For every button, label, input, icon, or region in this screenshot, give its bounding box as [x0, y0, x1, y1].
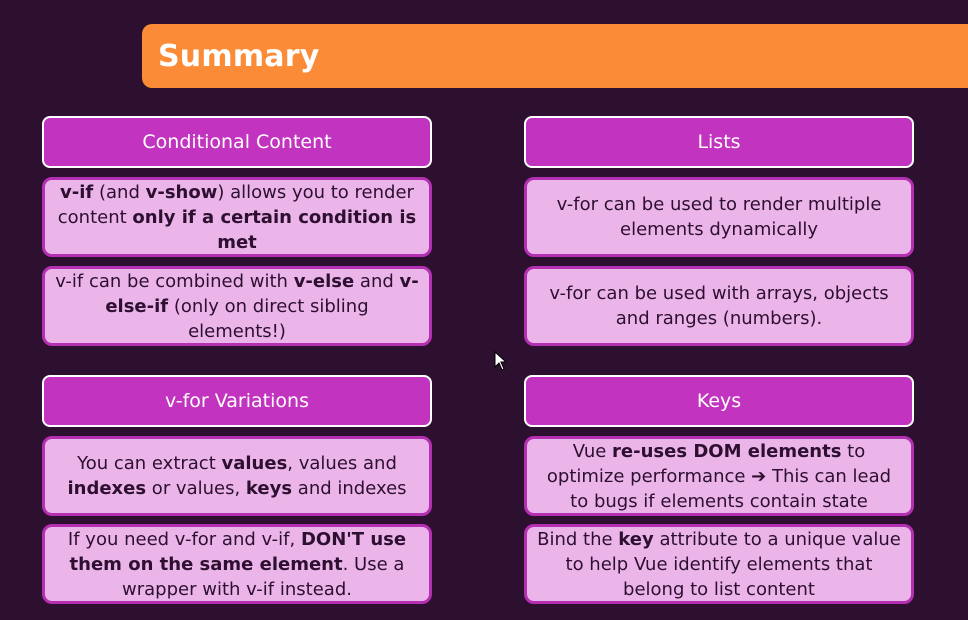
bold-text: v-else [293, 270, 355, 292]
point-text: v-if (and v-show) allows you to render c… [55, 180, 419, 255]
bold-text: values [221, 453, 288, 474]
bold-text: v-if [60, 181, 94, 203]
point-text: Vue re-uses DOM elements to optimize per… [537, 439, 901, 514]
text-run: or values, [146, 478, 246, 499]
section-header-conditional-content: Conditional Content [42, 116, 432, 168]
text-run: If you need v-for and v-if, [67, 528, 301, 550]
text-run: and indexes [292, 478, 407, 499]
lists-point-2: v-for can be used with arrays, objects a… [524, 266, 914, 346]
text-run: v-for can be used with arrays, objects a… [549, 283, 889, 329]
text-run: v-if can be combined with [55, 270, 294, 292]
text-run: (and [93, 181, 146, 203]
point-text: v-if can be combined with v-else and v-e… [55, 269, 419, 344]
bold-text: indexes [67, 478, 147, 499]
text-run: and [354, 270, 400, 292]
bold-text: re-uses DOM elements [612, 440, 842, 462]
bold-text: only if a certain condition is met [132, 206, 417, 253]
v-for-variations-point-2: If you need v-for and v-if, DON'T use th… [42, 524, 432, 604]
slide: Summary Conditional Content v-if (and v-… [0, 0, 968, 620]
text-run: Vue [572, 440, 613, 462]
conditional-content-point-1: v-if (and v-show) allows you to render c… [42, 177, 432, 257]
text-run: , values and [287, 453, 397, 474]
text-run: (only on direct sibling elements!) [168, 295, 369, 342]
keys-point-1: Vue re-uses DOM elements to optimize per… [524, 436, 914, 516]
bold-text: keys [245, 478, 293, 499]
slide-title: Summary [158, 38, 320, 74]
point-text: v-for can be used to render multiple ele… [537, 192, 901, 242]
text-run: You can extract [77, 453, 222, 474]
conditional-content-point-2: v-if can be combined with v-else and v-e… [42, 266, 432, 346]
bold-text: ➔ [751, 465, 767, 487]
text-run: Bind the [537, 528, 619, 550]
section-header-keys: Keys [524, 375, 914, 427]
text-run: v-for can be used to render multiple ele… [556, 194, 882, 240]
mouse-pointer-icon [494, 351, 508, 371]
bold-text: v-show [145, 181, 218, 203]
section-header-v-for-variations: v-for Variations [42, 375, 432, 427]
keys-point-2: Bind the key attribute to a unique value… [524, 524, 914, 604]
section-header-lists: Lists [524, 116, 914, 168]
point-text: If you need v-for and v-if, DON'T use th… [55, 527, 419, 602]
title-bar: Summary [142, 24, 968, 88]
v-for-variations-point-1: You can extract values, values and index… [42, 436, 432, 516]
point-text: Bind the key attribute to a unique value… [537, 527, 901, 602]
point-text: v-for can be used with arrays, objects a… [537, 281, 901, 331]
point-text: You can extract values, values and index… [55, 451, 419, 501]
bold-text: key [618, 528, 654, 550]
lists-point-1: v-for can be used to render multiple ele… [524, 177, 914, 257]
